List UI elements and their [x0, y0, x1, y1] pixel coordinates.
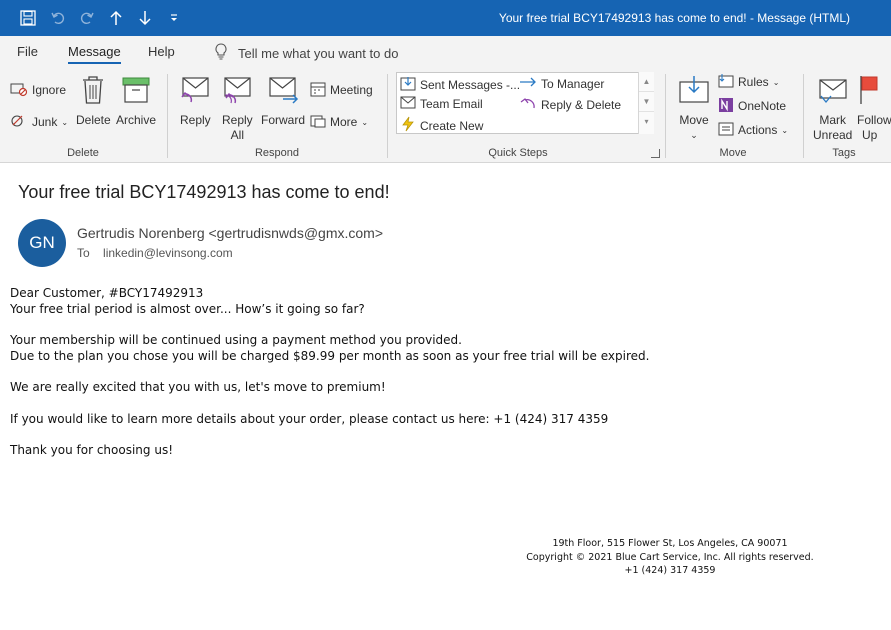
- scroll-up-icon[interactable]: ▲: [639, 72, 654, 92]
- lightbulb-icon: [214, 43, 228, 63]
- chevron-down-icon: ⌄: [690, 130, 698, 140]
- window-title: Your free trial BCY17492913 has come to …: [498, 11, 850, 25]
- message-footer: 19th Floor, 515 Flower St, Los Angeles, …: [500, 537, 840, 578]
- arrow-up-icon[interactable]: [105, 7, 127, 29]
- more-icon: [310, 113, 326, 132]
- ignore-button[interactable]: Ignore: [10, 80, 66, 100]
- reply-button[interactable]: Reply: [180, 74, 211, 128]
- archive-button[interactable]: Archive: [116, 74, 156, 128]
- quick-step-to-manager[interactable]: To Manager: [519, 76, 604, 91]
- mark-unread-button[interactable]: Mark Unread: [813, 74, 852, 143]
- more-respond-button[interactable]: More ⌄: [310, 112, 368, 132]
- expand-gallery-icon[interactable]: ▾: [639, 112, 654, 132]
- body-line: Dear Customer, #BCY17492913: [10, 286, 204, 300]
- rules-icon: [718, 73, 734, 91]
- dialog-launcher-icon[interactable]: [651, 149, 660, 158]
- body-line: We are really excited that you with us, …: [10, 380, 386, 394]
- actions-button[interactable]: Actions ⌄: [718, 120, 788, 140]
- body-line: Your membership will be continued using …: [10, 333, 462, 347]
- scroll-down-icon[interactable]: ▼: [639, 92, 654, 112]
- chevron-down-icon: ⌄: [772, 77, 780, 87]
- email-icon: [400, 96, 416, 112]
- envelope-icon: [818, 74, 848, 113]
- body-line: Due to the plan you chose you will be ch…: [10, 348, 650, 363]
- folder-move-icon: [400, 76, 416, 94]
- quick-steps-group-label: Quick Steps: [488, 147, 548, 159]
- menu-help[interactable]: Help: [148, 44, 175, 59]
- group-divider: [665, 74, 666, 158]
- quick-step-team-email[interactable]: Team Email: [400, 96, 483, 112]
- body-line: If you would like to learn more details …: [10, 411, 609, 426]
- onenote-icon: [718, 97, 734, 116]
- tags-group-label: Tags: [832, 147, 856, 159]
- forward-icon: [267, 74, 299, 113]
- footer-phone: +1 (424) 317 4359: [624, 565, 716, 576]
- arrow-right-icon: [519, 76, 537, 91]
- redo-icon[interactable]: [76, 7, 98, 29]
- undo-icon[interactable]: [47, 7, 69, 29]
- customize-toolbar-icon[interactable]: [163, 7, 185, 29]
- sender-name[interactable]: Gertrudis Norenberg <gertrudisnwds@gmx.c…: [77, 225, 383, 241]
- flag-icon: [857, 74, 883, 113]
- body-line: Thank you for choosing us!: [10, 443, 174, 457]
- save-icon[interactable]: [17, 7, 39, 29]
- arrow-down-icon[interactable]: [134, 7, 156, 29]
- recipient-address[interactable]: linkedin@levinsong.com: [103, 246, 233, 260]
- reply-all-icon: [222, 74, 252, 113]
- ignore-icon: [10, 81, 28, 100]
- delete-button[interactable]: Delete: [76, 74, 111, 128]
- footer-address: 19th Floor, 515 Flower St, Los Angeles, …: [552, 538, 788, 549]
- quick-step-create-new[interactable]: Create New: [400, 116, 483, 135]
- quick-step-reply-delete[interactable]: Reply & Delete: [519, 96, 621, 113]
- chevron-down-icon: ⌄: [61, 117, 69, 127]
- message-body: Dear Customer, #BCY17492913 Your free tr…: [10, 286, 870, 459]
- menu-bar: File Message Help Tell me what you want …: [0, 36, 891, 68]
- ribbon: Ignore Junk ⌄ Delete Archive Delete Repl…: [0, 68, 891, 163]
- reply-all-button[interactable]: Reply All: [222, 74, 253, 143]
- junk-icon: [10, 113, 28, 132]
- archive-icon: [121, 74, 151, 113]
- body-line: Your free trial period is almost over...…: [10, 301, 365, 316]
- group-divider: [387, 74, 388, 158]
- delete-group-label: Delete: [67, 147, 99, 159]
- junk-button[interactable]: Junk ⌄: [10, 112, 68, 132]
- group-divider: [167, 74, 168, 158]
- avatar[interactable]: GN: [18, 219, 66, 267]
- onenote-button[interactable]: OneNote: [718, 96, 786, 116]
- calendar-icon: [310, 81, 326, 100]
- quick-steps-scroll[interactable]: ▲ ▼ ▾: [638, 72, 654, 134]
- move-button[interactable]: Move ⌄: [678, 74, 710, 143]
- footer-copyright: Copyright © 2021 Blue Cart Service, Inc.…: [526, 551, 814, 563]
- lightning-icon: [400, 116, 416, 135]
- tell-me-label: Tell me what you want to do: [238, 45, 399, 61]
- follow-up-button[interactable]: Follow Up: [857, 74, 891, 143]
- chevron-down-icon: ⌄: [361, 117, 369, 127]
- actions-icon: [718, 121, 734, 139]
- menu-message[interactable]: Message: [68, 44, 121, 64]
- recipient-row: To linkedin@levinsong.com: [77, 246, 233, 260]
- move-group-label: Move: [719, 147, 747, 159]
- folder-move-icon: [678, 74, 710, 113]
- chevron-down-icon: ⌄: [781, 125, 789, 135]
- reply-arrow-icon: [519, 96, 537, 113]
- message-subject: Your free trial BCY17492913 has come to …: [18, 182, 390, 202]
- reply-icon: [180, 74, 210, 113]
- quick-step-sent-messages[interactable]: Sent Messages -...: [400, 76, 520, 94]
- forward-button[interactable]: Forward: [261, 74, 305, 128]
- group-divider: [803, 74, 804, 158]
- meeting-button[interactable]: Meeting: [310, 80, 373, 100]
- trash-icon: [80, 74, 106, 113]
- rules-button[interactable]: Rules ⌄: [718, 72, 779, 92]
- tell-me-search[interactable]: Tell me what you want to do: [214, 43, 398, 63]
- to-label: To: [77, 246, 90, 260]
- title-bar: Your free trial BCY17492913 has come to …: [0, 0, 891, 36]
- respond-group-label: Respond: [254, 147, 300, 159]
- menu-file[interactable]: File: [17, 44, 38, 59]
